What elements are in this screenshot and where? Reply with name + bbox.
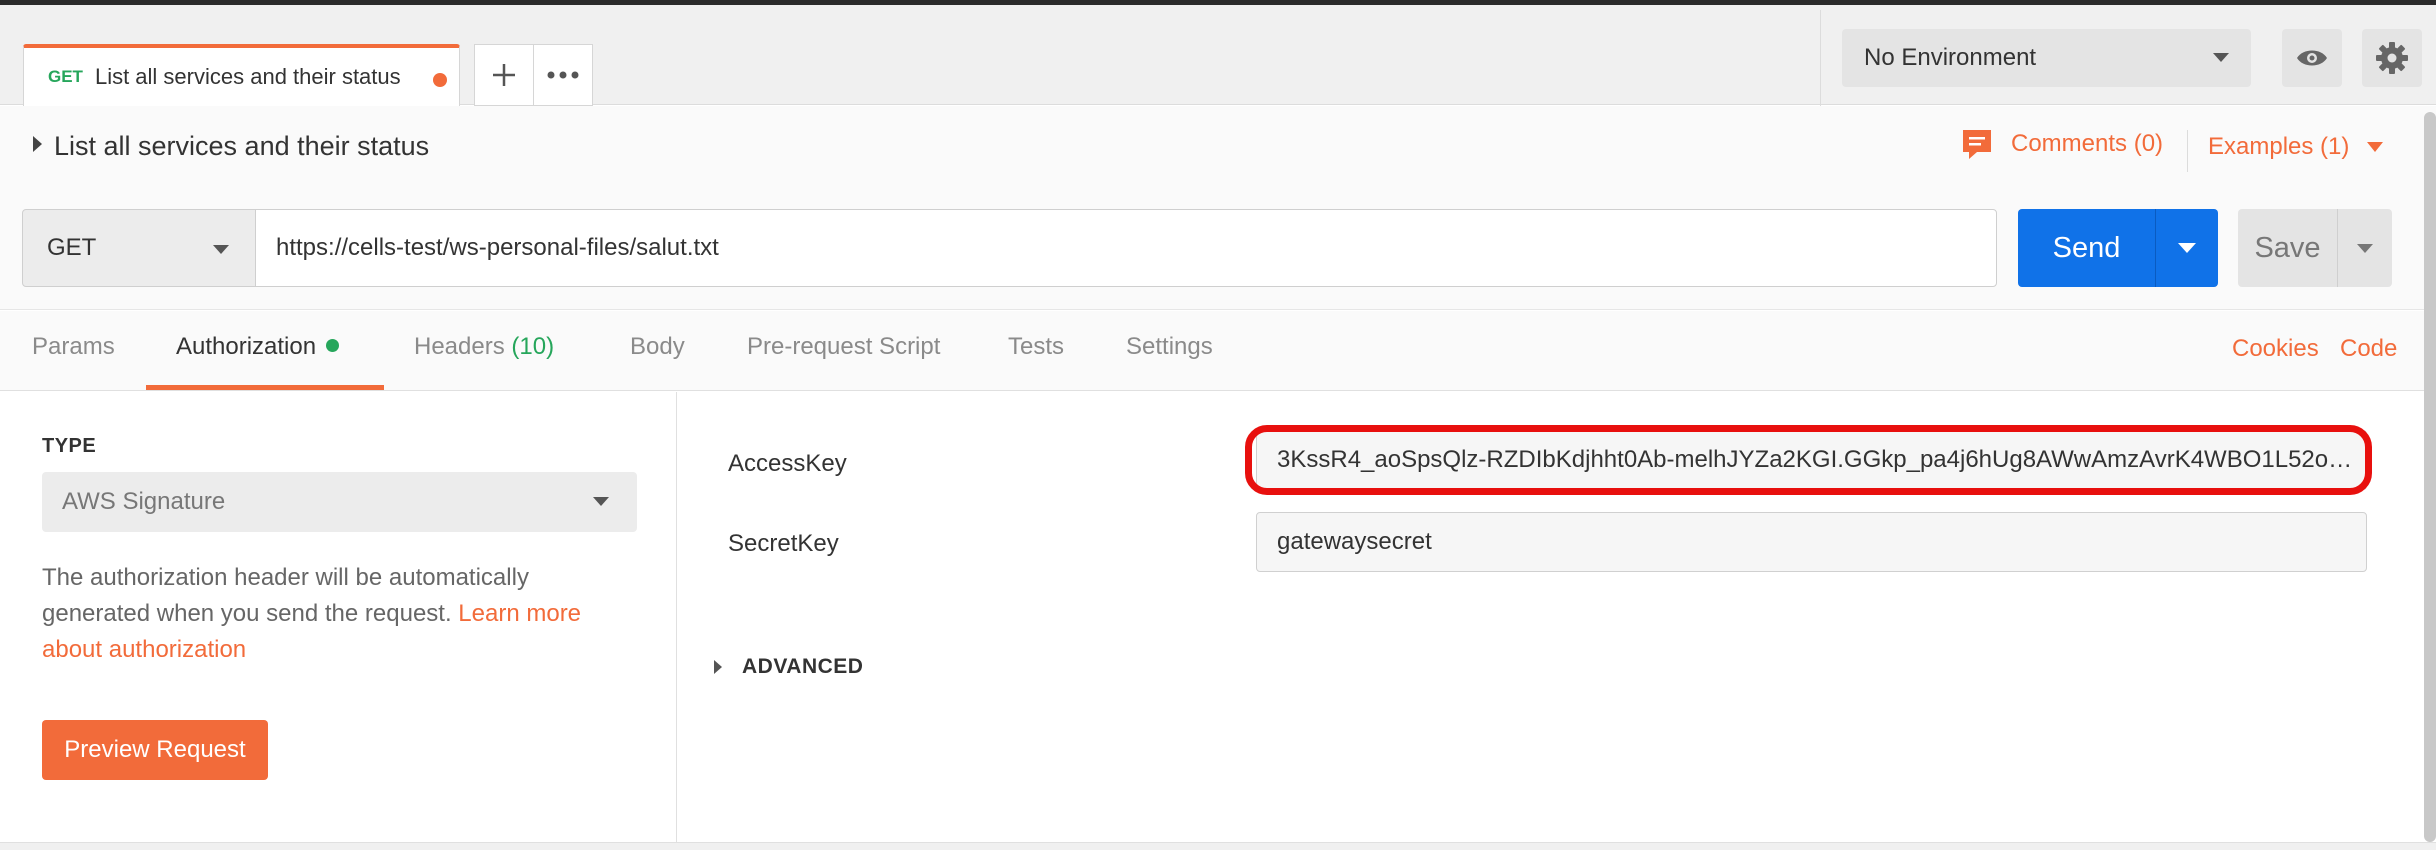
save-button-group: Save [2238,209,2392,287]
chevron-down-icon [593,497,609,506]
auth-type-panel: TYPE AWS Signature The authorization hea… [0,392,677,842]
tab-tests[interactable]: Tests [1008,333,1064,361]
tab-settings[interactable]: Settings [1126,333,1213,361]
tab-headers[interactable]: Headers (10) [414,333,554,361]
comments-link[interactable]: Comments (0) [1961,128,2163,160]
tab-bar: GET List all services and their status N… [0,5,2436,110]
request-subtabs: Params Authorization Headers (10) Body P… [0,311,2436,391]
send-options-button[interactable] [2155,209,2218,287]
environment-select[interactable]: No Environment [1842,29,2251,87]
secret-key-input[interactable]: gatewaysecret [1256,512,2367,572]
manage-environments-button[interactable] [2362,29,2422,87]
environment-label: No Environment [1864,44,2037,71]
expand-caret-icon[interactable] [33,136,42,152]
eye-icon [2297,50,2327,66]
advanced-label: ADVANCED [742,655,864,678]
active-status-dot-icon [326,339,340,353]
unsaved-indicator-icon [433,73,447,87]
tab-headers-label: Headers [414,333,505,360]
save-options-button[interactable] [2337,209,2392,287]
ellipsis-icon [547,71,579,79]
tab-title: List all services and their status [94,64,401,89]
chevron-down-icon [213,245,229,254]
request-name-row: List all services and their status Comme… [0,106,2436,194]
send-button-group: Send [2018,209,2218,287]
auth-description-text: The authorization header will be automat… [42,564,529,627]
save-button[interactable]: Save [2238,209,2337,287]
request-tab[interactable]: GET List all services and their status [23,44,460,106]
tab-body[interactable]: Body [630,333,685,361]
type-label: TYPE [42,435,97,457]
new-tab-button[interactable] [475,45,534,105]
preview-request-button[interactable]: Preview Request [42,720,268,780]
tab-prerequest-script[interactable]: Pre-request Script [747,333,940,361]
url-input[interactable]: https://cells-test/ws-personal-files/sal… [255,209,1997,287]
code-link[interactable]: Code [2340,335,2397,363]
cookies-link[interactable]: Cookies [2232,335,2319,363]
divider [2187,130,2188,172]
tab-authorization-label: Authorization [176,333,317,360]
secret-key-label: SecretKey [728,530,839,557]
method-select[interactable]: GET [22,209,256,287]
active-tab-indicator [146,385,384,390]
bottom-border [0,842,2436,850]
more-tabs-button[interactable] [534,45,592,105]
request-name[interactable]: List all services and their status [54,131,429,162]
chevron-down-icon [2213,53,2229,62]
vertical-scrollbar[interactable] [2424,112,2436,842]
examples-dropdown[interactable]: Examples (1) [2208,133,2384,161]
auth-description: The authorization header will be automat… [42,560,642,668]
tab-actions [474,44,593,106]
chevron-down-icon [2178,243,2196,253]
send-button[interactable]: Send [2018,209,2155,287]
gear-icon [2376,42,2408,74]
comments-label: Comments (0) [2011,130,2164,157]
headers-count: (10) [511,333,555,360]
plus-icon [493,64,515,86]
url-bar: GET https://cells-test/ws-personal-files… [0,194,2436,310]
tab-params[interactable]: Params [32,333,115,361]
auth-type-select[interactable]: AWS Signature [42,472,637,532]
auth-type-value: AWS Signature [62,488,226,515]
advanced-toggle[interactable]: ADVANCED [714,655,863,679]
divider [1820,10,1821,110]
chevron-down-icon [2357,243,2373,253]
access-key-label: AccessKey [728,450,847,477]
comment-icon [1963,130,1991,159]
highlight-annotation [1245,425,2372,495]
chevron-down-icon [2367,142,2384,152]
examples-label: Examples (1) [2208,133,2350,160]
environment-quick-look-button[interactable] [2282,29,2342,87]
expand-caret-icon [714,660,722,674]
tab-method: GET [48,67,83,86]
tab-authorization[interactable]: Authorization [176,333,340,361]
method-label: GET [47,234,97,261]
